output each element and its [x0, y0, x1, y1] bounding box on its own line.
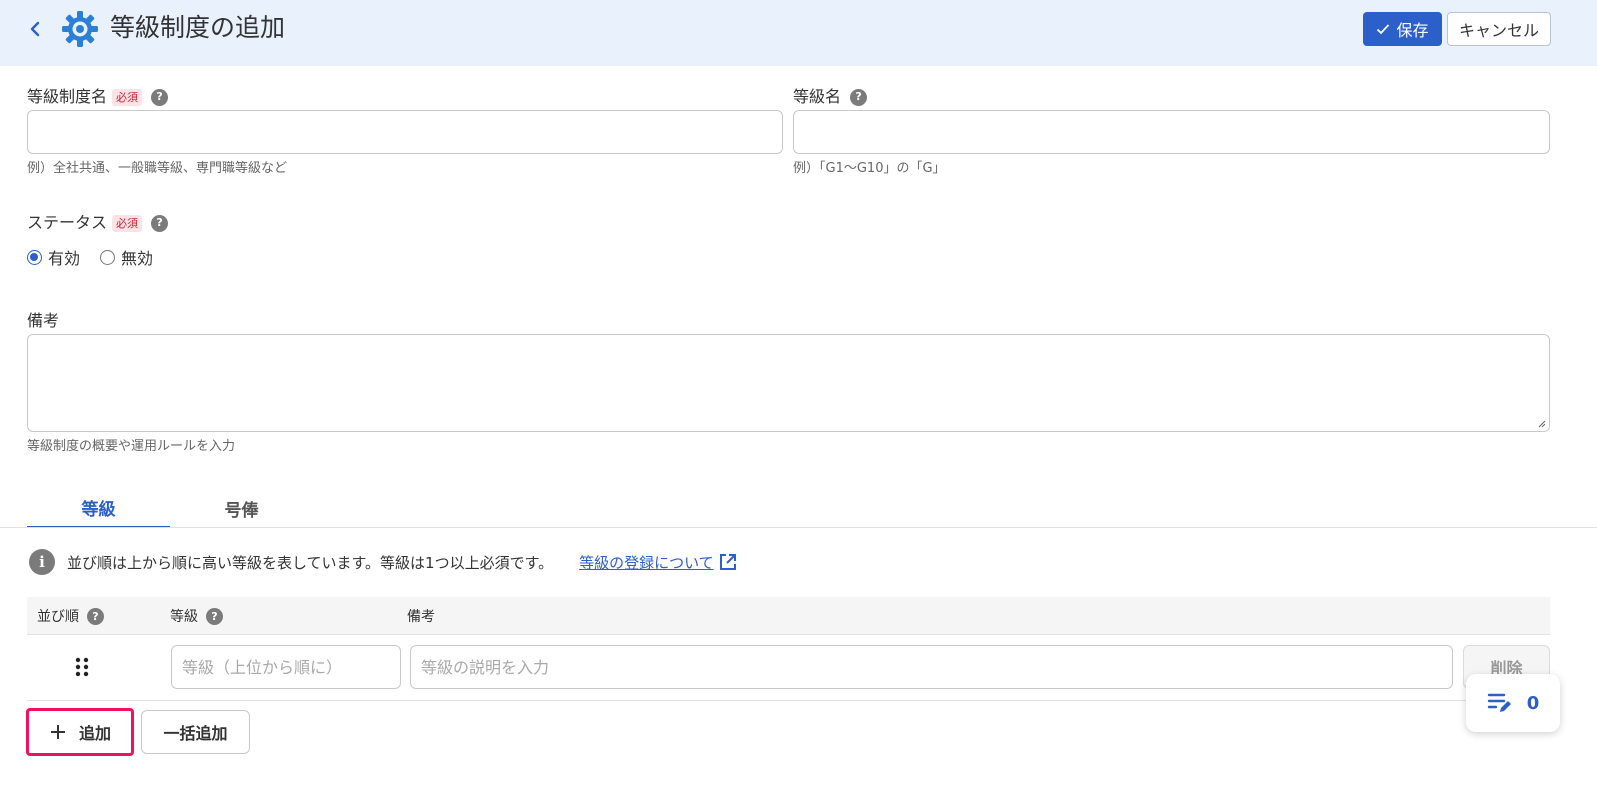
system-name-input[interactable]	[27, 110, 783, 154]
grade-table-header: 並び順 ? 等級 ? 備考	[27, 597, 1550, 635]
help-icon[interactable]: ?	[151, 214, 169, 232]
order-column-header: 並び順 ?	[37, 597, 104, 635]
grade-registration-link[interactable]: 等級の登録について	[579, 552, 738, 573]
back-button[interactable]	[24, 14, 46, 44]
help-icon[interactable]: ?	[206, 607, 223, 625]
system-name-label-row: 等級制度名 必須 ?	[27, 86, 169, 108]
check-icon	[1377, 24, 1390, 35]
status-radio-group: 有効 無効	[27, 245, 167, 269]
remarks-header-label: 備考	[407, 609, 435, 625]
chevron-left-icon	[30, 21, 40, 37]
info-text: 並び順は上から順に高い等級を表しています。等級は1つ以上必須です。	[67, 553, 554, 572]
save-button-label: 保存	[1396, 21, 1429, 40]
info-row: i 並び順は上から順に高い等級を表しています。等級は1つ以上必須です。 等級の登…	[29, 549, 738, 575]
plus-icon	[50, 725, 65, 739]
required-badge: 必須	[112, 214, 143, 232]
grade-remarks-input[interactable]	[410, 645, 1453, 689]
bulk-add-button[interactable]: 一括追加	[141, 710, 250, 754]
remarks-textarea[interactable]	[27, 334, 1550, 432]
edit-count-value: 0	[1526, 692, 1540, 714]
remarks-label-row: 備考	[27, 310, 59, 332]
edit-count-button[interactable]: 0	[1466, 674, 1560, 732]
info-icon: i	[29, 549, 55, 575]
page-header: 等級制度の追加 保存 キャンセル	[0, 0, 1597, 66]
drag-handle-icon[interactable]	[73, 656, 91, 678]
edit-list-icon	[1487, 693, 1511, 712]
cancel-button[interactable]: キャンセル	[1447, 12, 1551, 46]
grade-name-label-row: 等級名 ?	[793, 86, 868, 108]
save-button[interactable]: 保存	[1363, 12, 1442, 46]
grade-name-label: 等級名	[793, 87, 842, 106]
remarks-column-header: 備考	[407, 597, 435, 635]
external-link-icon	[719, 554, 736, 570]
grade-name-input[interactable]	[793, 110, 1550, 154]
system-name-hint: 例）全社共通、一般職等級、専門職等級など	[27, 161, 288, 176]
status-option-label: 無効	[121, 249, 154, 268]
grade-header-label: 等級	[170, 609, 198, 625]
grade-column-header: 等級 ?	[170, 597, 223, 635]
gear-icon	[62, 11, 98, 47]
status-radio-active[interactable]	[27, 249, 42, 265]
status-option-label: 有効	[48, 249, 81, 268]
link-label: 等級の登録について	[579, 553, 714, 572]
grade-input[interactable]	[171, 645, 401, 689]
required-badge: 必須	[112, 88, 143, 106]
add-row-button[interactable]: 追加	[26, 708, 134, 756]
help-icon[interactable]: ?	[850, 88, 868, 106]
add-button-label: 追加	[78, 724, 111, 743]
resize-handle-icon[interactable]	[1538, 420, 1546, 428]
remarks-hint: 等級制度の概要や運用ルールを入力	[27, 439, 236, 454]
tabs-divider	[0, 527, 1597, 528]
status-label-row: ステータス 必須 ?	[27, 212, 169, 234]
remarks-label: 備考	[27, 311, 60, 330]
row-divider	[27, 700, 1550, 701]
system-name-label: 等級制度名	[27, 87, 108, 106]
tab-salary-step[interactable]: 号俸	[170, 488, 313, 528]
tab-grade[interactable]: 等級	[27, 488, 170, 528]
page-title: 等級制度の追加	[110, 13, 286, 42]
help-icon[interactable]: ?	[151, 88, 169, 106]
grade-name-hint: 例）「G1～G10」の「G」	[793, 161, 946, 176]
help-icon[interactable]: ?	[87, 607, 104, 625]
status-label: ステータス	[27, 213, 108, 232]
order-header-label: 並び順	[37, 609, 79, 625]
status-radio-inactive[interactable]	[100, 249, 116, 265]
